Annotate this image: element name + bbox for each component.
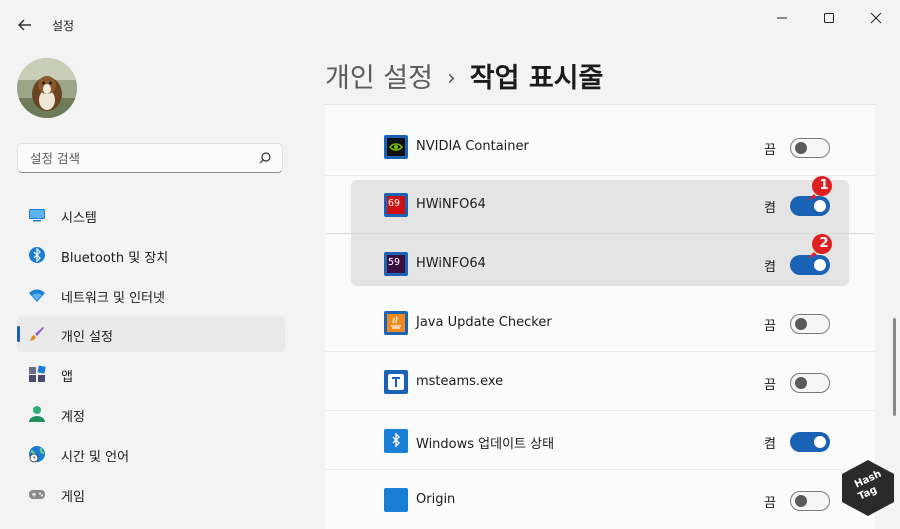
wifi-icon	[29, 289, 45, 302]
toggle-knob	[814, 436, 826, 448]
list-item: Origin 끔	[325, 471, 875, 529]
sidebar-item-label: 게임	[61, 490, 85, 505]
window-title: 설정	[52, 19, 75, 33]
app-name: Windows 업데이트 상태	[416, 437, 555, 452]
account-icon	[29, 406, 45, 422]
list-item: 59 HWiNFO64 켬	[325, 235, 875, 293]
brush-icon	[30, 327, 44, 341]
toggle-knob	[814, 259, 826, 271]
toggle-state: 끔	[764, 378, 776, 393]
toggle-switch[interactable]	[790, 255, 830, 275]
breadcrumb: 개인 설정 › 작업 표시줄	[325, 56, 603, 95]
list-item: Windows 업데이트 상태 켬	[325, 412, 875, 470]
close-icon[interactable]	[860, 8, 892, 28]
sidebar-item-gaming[interactable]: 게임	[17, 476, 285, 512]
sidebar-item-apps[interactable]: 앱	[17, 356, 285, 392]
toggle-switch[interactable]	[790, 314, 830, 334]
app-name: Java Update Checker	[416, 315, 552, 330]
hwinfo-icon-text: 69	[388, 198, 401, 209]
active-indicator	[17, 326, 20, 342]
avatar[interactable]	[17, 58, 77, 118]
sidebar-item-label: 계정	[61, 410, 85, 425]
bluetooth-icon	[29, 247, 45, 263]
list-item: Java Update Checker 끔	[325, 294, 875, 352]
sidebar-item-label: 시간 및 언어	[61, 450, 130, 465]
search-box[interactable]	[17, 143, 283, 173]
scrollbar-thumb[interactable]	[893, 318, 896, 416]
hashtag-watermark: Hash Tag	[838, 458, 898, 518]
toggle-knob	[795, 377, 807, 389]
app-name: msteams.exe	[416, 374, 504, 389]
toggle-state: 켬	[764, 201, 776, 216]
breadcrumb-parent[interactable]: 개인 설정	[325, 63, 433, 94]
teams-icon	[384, 370, 408, 394]
breadcrumb-separator: ›	[446, 66, 456, 91]
annotation-badge-2-label: 2	[819, 236, 829, 251]
sidebar-item-time-language[interactable]: 시간 및 언어	[17, 436, 285, 472]
toggle-state: 켬	[764, 437, 776, 452]
toggle-state: 켬	[764, 260, 776, 275]
sidebar-item-accounts[interactable]: 계정	[17, 396, 285, 432]
windows-update-icon	[384, 429, 408, 453]
apps-icon	[29, 365, 46, 382]
page-title: 작업 표시줄	[469, 63, 604, 94]
back-arrow-icon[interactable]	[14, 14, 36, 36]
toggle-switch[interactable]	[790, 373, 830, 393]
toggle-knob	[814, 200, 826, 212]
toggle-knob	[795, 495, 807, 507]
toggle-switch[interactable]	[790, 432, 830, 452]
app-name: HWiNFO64	[416, 197, 486, 212]
sidebar-item-personalization[interactable]: 개인 설정	[17, 316, 285, 352]
toggle-switch[interactable]	[790, 491, 830, 511]
taskbar-app-list-highlighted: 69 HWiNFO64 켬 59 HWiNFO64 켬 Java Update …	[325, 104, 875, 529]
list-item: msteams.exe 끔	[325, 353, 875, 411]
app-name: HWiNFO64	[416, 256, 486, 271]
monitor-icon	[29, 209, 45, 222]
sidebar-item-network[interactable]: 네트워크 및 인터넷	[17, 277, 285, 313]
sidebar-item-label: Bluetooth 및 장치	[61, 251, 169, 266]
sidebar-item-system[interactable]: 시스템	[17, 197, 285, 233]
toggle-knob	[795, 318, 807, 330]
app-name: Origin	[416, 492, 456, 507]
annotation-badge-1-label: 1	[819, 178, 829, 193]
java-icon	[384, 311, 408, 335]
sidebar-item-label: 네트워크 및 인터넷	[61, 291, 165, 306]
hwinfo-icon-text: 59	[388, 257, 401, 268]
sidebar-item-label: 시스템	[61, 211, 97, 226]
sidebar-item-label: 앱	[61, 370, 73, 385]
search-icon[interactable]	[258, 151, 272, 165]
minimize-icon[interactable]	[766, 8, 798, 28]
sidebar-item-bluetooth[interactable]: Bluetooth 및 장치	[17, 237, 285, 273]
maximize-icon[interactable]	[813, 8, 845, 28]
globe-clock-icon	[29, 446, 45, 463]
origin-icon	[384, 488, 408, 512]
toggle-state: 끔	[764, 319, 776, 334]
gamepad-icon	[29, 490, 45, 499]
title-bar: 설정	[0, 0, 900, 48]
toggle-state: 끔	[764, 496, 776, 511]
profile-photo	[17, 58, 77, 118]
list-item: 69 HWiNFO64 켬	[325, 176, 875, 234]
sidebar-item-label: 개인 설정	[61, 330, 113, 345]
search-input[interactable]	[28, 150, 252, 167]
